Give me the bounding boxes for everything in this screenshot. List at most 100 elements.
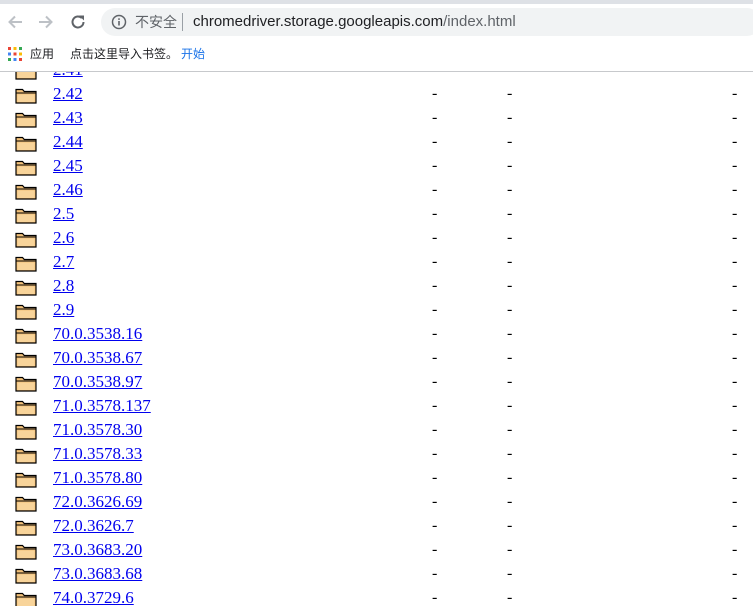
folder-link[interactable]: 71.0.3578.137 [53,396,151,416]
cell-etag: - [507,589,513,606]
cell-size: - [732,445,738,462]
folder-link[interactable]: 2.9 [53,300,74,320]
cell-etag: - [507,301,513,318]
cell-etag: - [507,397,513,414]
cell-last-modified: - [432,493,438,510]
cell-last-modified: - [432,469,438,486]
cell-etag: - [507,253,513,270]
cell-last-modified: - [432,301,438,318]
folder-link[interactable]: 74.0.3729.6 [53,588,134,606]
folder-icon [15,520,37,536]
cell-size: - [732,181,738,198]
cell-size: - [732,397,738,414]
cell-last-modified: - [432,397,438,414]
cell-last-modified: - [432,589,438,606]
cell-last-modified: - [432,277,438,294]
cell-etag: - [507,373,513,390]
apps-shortcut[interactable]: 应用 [30,46,54,62]
security-status[interactable]: 不安全 [135,14,177,30]
cell-etag: - [507,181,513,198]
folder-link[interactable]: 71.0.3578.30 [53,420,142,440]
cell-last-modified: - [432,109,438,126]
listing-row: 71.0.3578.30 - - - [0,418,753,442]
reload-button[interactable] [66,10,90,34]
folder-link[interactable]: 71.0.3578.80 [53,468,142,488]
folder-link[interactable]: 71.0.3578.33 [53,444,142,464]
cell-etag: - [507,421,513,438]
cell-etag: - [507,229,513,246]
cell-size: - [732,325,738,342]
cell-etag: - [507,349,513,366]
folder-link[interactable]: 70.0.3538.97 [53,372,142,392]
folder-link[interactable]: 73.0.3683.68 [53,564,142,584]
folder-link[interactable]: 2.44 [53,132,83,152]
cell-etag: - [507,445,513,462]
folder-link[interactable]: 2.45 [53,156,83,176]
listing-row: 2.41 - - - [0,72,753,82]
listing-row: 71.0.3578.80 - - - [0,466,753,490]
folder-icon [15,88,37,104]
cell-size: - [732,253,738,270]
cell-etag: - [507,85,513,102]
cell-last-modified: - [432,253,438,270]
listing-row: 70.0.3538.16 - - - [0,322,753,346]
url-text[interactable]: chromedriver.storage.googleapis.com/inde… [193,13,516,31]
folder-link[interactable]: 2.41 [53,72,83,80]
cell-etag: - [507,205,513,222]
cell-last-modified: - [432,517,438,534]
folder-icon [15,184,37,200]
folder-link[interactable]: 2.42 [53,84,83,104]
folder-link[interactable]: 72.0.3626.7 [53,516,134,536]
folder-link[interactable]: 72.0.3626.69 [53,492,142,512]
folder-link[interactable]: 2.7 [53,252,74,272]
info-icon[interactable] [111,14,127,30]
cell-size: - [732,349,738,366]
folder-icon [15,112,37,128]
folder-link[interactable]: 2.46 [53,180,83,200]
cell-etag: - [507,109,513,126]
address-bar[interactable]: 不安全 chromedriver.storage.googleapis.com/… [101,8,753,36]
cell-last-modified: - [432,157,438,174]
folder-link[interactable]: 70.0.3538.67 [53,348,142,368]
cell-etag: - [507,493,513,510]
cell-size: - [732,493,738,510]
cell-last-modified: - [432,229,438,246]
import-bookmarks-start-link[interactable]: 开始 [181,46,205,62]
folder-link[interactable]: 2.43 [53,108,83,128]
cell-last-modified: - [432,325,438,342]
folder-link[interactable]: 2.8 [53,276,74,296]
folder-icon [15,280,37,296]
cell-last-modified: - [432,85,438,102]
apps-grid-icon[interactable] [8,47,22,61]
forward-button[interactable] [34,10,58,34]
folder-icon [15,352,37,368]
folder-link[interactable]: 70.0.3538.16 [53,324,142,344]
cell-size: - [732,205,738,222]
back-arrow-icon [8,15,22,29]
listing-row: 74.0.3729.6 - - - [0,586,753,606]
browser-chrome: 不安全 chromedriver.storage.googleapis.com/… [0,0,753,72]
listing-row: 71.0.3578.33 - - - [0,442,753,466]
url-path: /index.html [443,13,516,30]
folder-link[interactable]: 73.0.3683.20 [53,540,142,560]
import-bookmarks-hint: 点击这里导入书签。 [70,47,179,61]
cell-last-modified: - [432,565,438,582]
folder-icon [15,160,37,176]
cell-etag: - [507,72,512,80]
url-host: chromedriver.storage.googleapis.com [193,13,444,30]
listing-row: 73.0.3683.20 - - - [0,538,753,562]
folder-icon [15,232,37,248]
folder-icon [15,72,37,80]
cell-last-modified: - [432,205,438,222]
folder-icon [15,136,37,152]
back-button[interactable] [3,10,27,34]
folder-link[interactable]: 2.5 [53,204,74,224]
cell-etag: - [507,277,513,294]
folder-icon [15,376,37,392]
cell-etag: - [507,517,513,534]
folder-icon [15,400,37,416]
cell-last-modified: - [432,181,438,198]
folder-link[interactable]: 2.6 [53,228,74,248]
cell-size: - [732,72,737,80]
listing-row: 70.0.3538.97 - - - [0,370,753,394]
